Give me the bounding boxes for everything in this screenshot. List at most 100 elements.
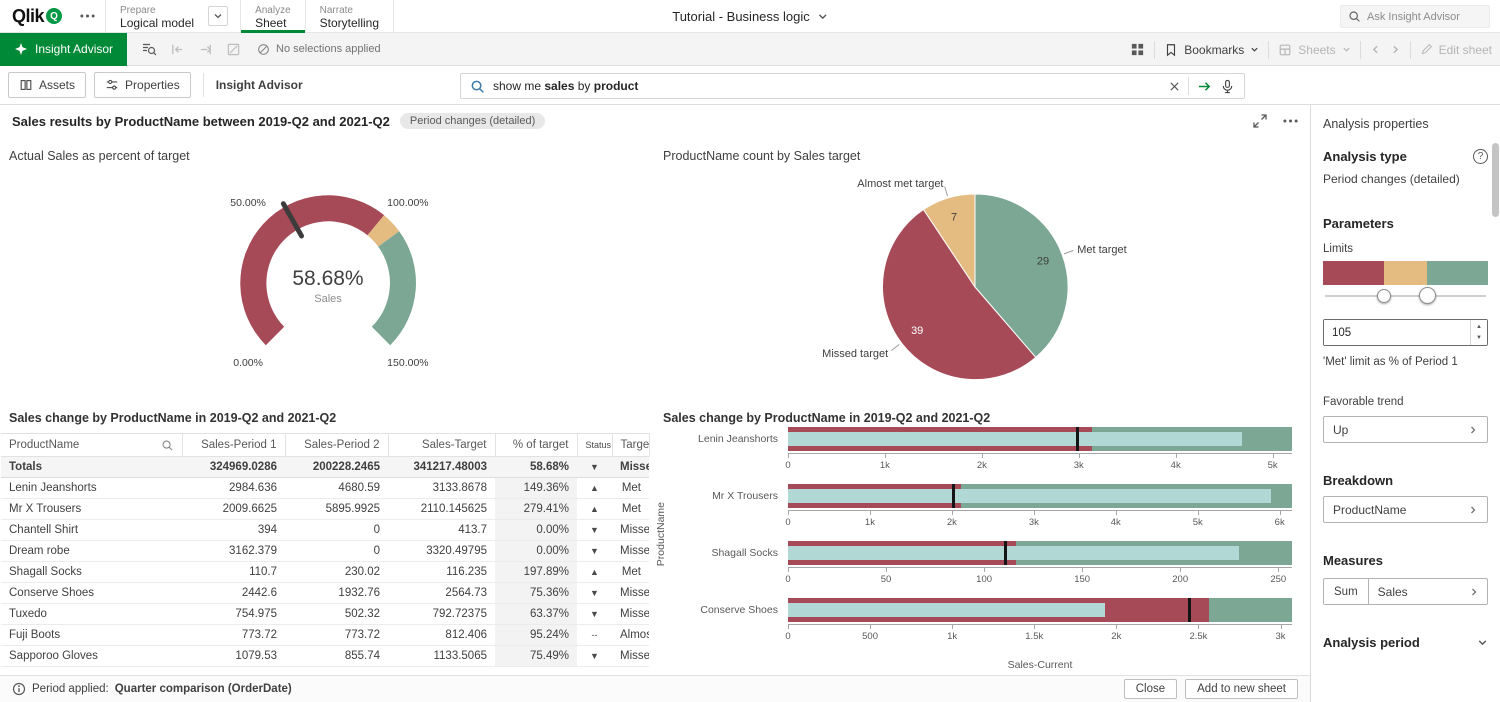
table-cell[interactable]: Met xyxy=(612,562,649,583)
table-row[interactable]: Fuji Boots773.72773.72812.40695.24%--Alm… xyxy=(1,625,649,646)
slider-handle-upper[interactable] xyxy=(1419,287,1436,304)
table-cell[interactable]: ▼ xyxy=(577,541,612,562)
column-header[interactable]: Sales-Target xyxy=(388,434,495,457)
bullet-measure-bar[interactable] xyxy=(788,546,1239,560)
table-cell[interactable]: Chantell Shirt xyxy=(1,520,182,541)
table-cell[interactable]: 197.89% xyxy=(495,562,577,583)
table-cell[interactable]: 1932.76 xyxy=(285,583,388,604)
table-row[interactable]: Mr X Trousers2009.66255895.99252110.1456… xyxy=(1,499,649,520)
table-cell[interactable]: 63.37% xyxy=(495,604,577,625)
analysis-period-expand-icon[interactable] xyxy=(1477,637,1488,648)
table-row[interactable]: Tuxedo754.975502.32792.7237563.37%▼Misse… xyxy=(1,604,649,625)
table-cell[interactable]: 95.24% xyxy=(495,625,577,646)
selections-tool-button[interactable] xyxy=(141,41,157,57)
table-cell[interactable]: 0.00% xyxy=(495,541,577,562)
insight-advisor-button[interactable]: Insight Advisor xyxy=(0,33,127,66)
favorable-trend-dropdown[interactable]: Up xyxy=(1323,416,1488,443)
table-cell[interactable]: -- xyxy=(577,625,612,646)
table-cell[interactable]: 2009.6625 xyxy=(182,499,285,520)
gauge-chart[interactable]: 0.00%50.00%100.00%150.00%58.68%Sales xyxy=(138,161,518,401)
bullet-bar[interactable] xyxy=(788,427,1292,451)
table-cell[interactable]: 2110.145625 xyxy=(388,499,495,520)
table-cell[interactable]: 3162.379 xyxy=(182,541,285,562)
table-cell[interactable]: Conserve Shoes xyxy=(1,583,182,604)
table-row[interactable]: Totals324969.0286200228.2465341217.48003… xyxy=(1,457,649,478)
table-row[interactable]: Sapporoo Gloves1079.53855.741133.506575.… xyxy=(1,646,649,667)
table-cell[interactable]: 75.49% xyxy=(495,646,577,667)
measure-field[interactable]: Sales xyxy=(1369,585,1417,599)
table-cell[interactable]: 502.32 xyxy=(285,604,388,625)
table-row[interactable]: Shagall Socks110.7230.02116.235197.89%▲M… xyxy=(1,562,649,583)
help-icon[interactable]: ? xyxy=(1473,149,1488,164)
limit-input[interactable] xyxy=(1324,320,1487,345)
table-cell[interactable]: 75.36% xyxy=(495,583,577,604)
table-cell[interactable]: 200228.2465 xyxy=(285,457,388,478)
bookmarks-button[interactable]: Bookmarks xyxy=(1164,43,1259,57)
properties-button[interactable]: Properties xyxy=(94,72,191,98)
table-cell[interactable]: 855.74 xyxy=(285,646,388,667)
table-cell[interactable]: Missed xyxy=(612,457,649,478)
limits-slider[interactable] xyxy=(1323,287,1488,305)
table-cell[interactable]: 413.7 xyxy=(388,520,495,541)
table-cell[interactable]: 773.72 xyxy=(285,625,388,646)
spinner-down-icon[interactable]: ▼ xyxy=(1476,335,1482,341)
table-row[interactable]: Lenin Jeanshorts2984.6364680.593133.8678… xyxy=(1,478,649,499)
table-row[interactable]: Conserve Shoes2442.61932.762564.7375.36%… xyxy=(1,583,649,604)
step-back-button[interactable] xyxy=(170,42,185,57)
table-cell[interactable]: Sapporoo Gloves xyxy=(1,646,182,667)
table-cell[interactable]: 0 xyxy=(285,541,388,562)
app-title-dropdown[interactable]: Tutorial - Business logic xyxy=(672,0,828,33)
table-cell[interactable]: 773.72 xyxy=(182,625,285,646)
table-cell[interactable]: ▼ xyxy=(577,604,612,625)
global-search-input[interactable]: Ask Insight Advisor xyxy=(1340,5,1490,28)
table-cell[interactable]: Missed xyxy=(612,646,649,667)
clear-selections-button[interactable] xyxy=(226,42,241,57)
tab-narrate[interactable]: Narrate Storytelling xyxy=(306,0,393,33)
tab-analyze[interactable]: Analyze Sheet xyxy=(241,0,305,33)
tab-prepare[interactable]: Prepare Logical model xyxy=(106,0,208,33)
table-cell[interactable]: Shagall Socks xyxy=(1,562,182,583)
table-cell[interactable]: 230.02 xyxy=(285,562,388,583)
bullet-measure-bar[interactable] xyxy=(788,603,1105,617)
bullet-measure-bar[interactable] xyxy=(788,432,1242,446)
column-header[interactable]: ProductName xyxy=(1,434,182,457)
table-row[interactable]: Dream robe3162.37903320.497950.00%▼Misse… xyxy=(1,541,649,562)
column-header[interactable]: Sales-Period 1 xyxy=(182,434,285,457)
table-cell[interactable]: Met xyxy=(612,478,649,499)
table-cell[interactable]: Totals xyxy=(1,457,182,478)
next-sheet-button[interactable] xyxy=(1390,44,1401,55)
chart-more-button[interactable] xyxy=(1283,119,1298,123)
table-cell[interactable]: Missed xyxy=(612,583,649,604)
add-to-new-sheet-button[interactable]: Add to new sheet xyxy=(1185,679,1298,699)
table-cell[interactable]: Met xyxy=(612,499,649,520)
measure-aggregation[interactable]: Sum xyxy=(1324,579,1369,604)
column-header[interactable]: Sales-Period 2 xyxy=(285,434,388,457)
table-cell[interactable]: 116.235 xyxy=(388,562,495,583)
table-cell[interactable]: 2442.6 xyxy=(182,583,285,604)
table-cell[interactable]: ▲ xyxy=(577,562,612,583)
table-cell[interactable]: Tuxedo xyxy=(1,604,182,625)
table-cell[interactable]: ▲ xyxy=(577,499,612,520)
table-cell[interactable]: 110.7 xyxy=(182,562,285,583)
spinner-up-icon[interactable]: ▲ xyxy=(1476,324,1482,330)
insight-search-input[interactable]: show me sales by product xyxy=(460,73,1245,99)
table-cell[interactable]: 149.36% xyxy=(495,478,577,499)
scrollbar[interactable] xyxy=(1491,105,1500,702)
table-cell[interactable]: Mr X Trousers xyxy=(1,499,182,520)
table-cell[interactable]: 4680.59 xyxy=(285,478,388,499)
bullet-bar[interactable] xyxy=(788,598,1292,622)
table-cell[interactable]: 394 xyxy=(182,520,285,541)
table-cell[interactable]: 1079.53 xyxy=(182,646,285,667)
table-cell[interactable]: Lenin Jeanshorts xyxy=(1,478,182,499)
table-cell[interactable]: 3133.8678 xyxy=(388,478,495,499)
close-button[interactable]: Close xyxy=(1124,679,1177,699)
bullet-measure-bar[interactable] xyxy=(788,489,1271,503)
table-cell[interactable]: 754.975 xyxy=(182,604,285,625)
table-cell[interactable]: Almost xyxy=(612,625,649,646)
table-cell[interactable]: ▼ xyxy=(577,520,612,541)
bullet-bar[interactable] xyxy=(788,541,1292,565)
expand-button[interactable] xyxy=(1253,114,1267,128)
table-cell[interactable]: 279.41% xyxy=(495,499,577,520)
table-cell[interactable]: 1133.5065 xyxy=(388,646,495,667)
table-cell[interactable]: 3320.49795 xyxy=(388,541,495,562)
